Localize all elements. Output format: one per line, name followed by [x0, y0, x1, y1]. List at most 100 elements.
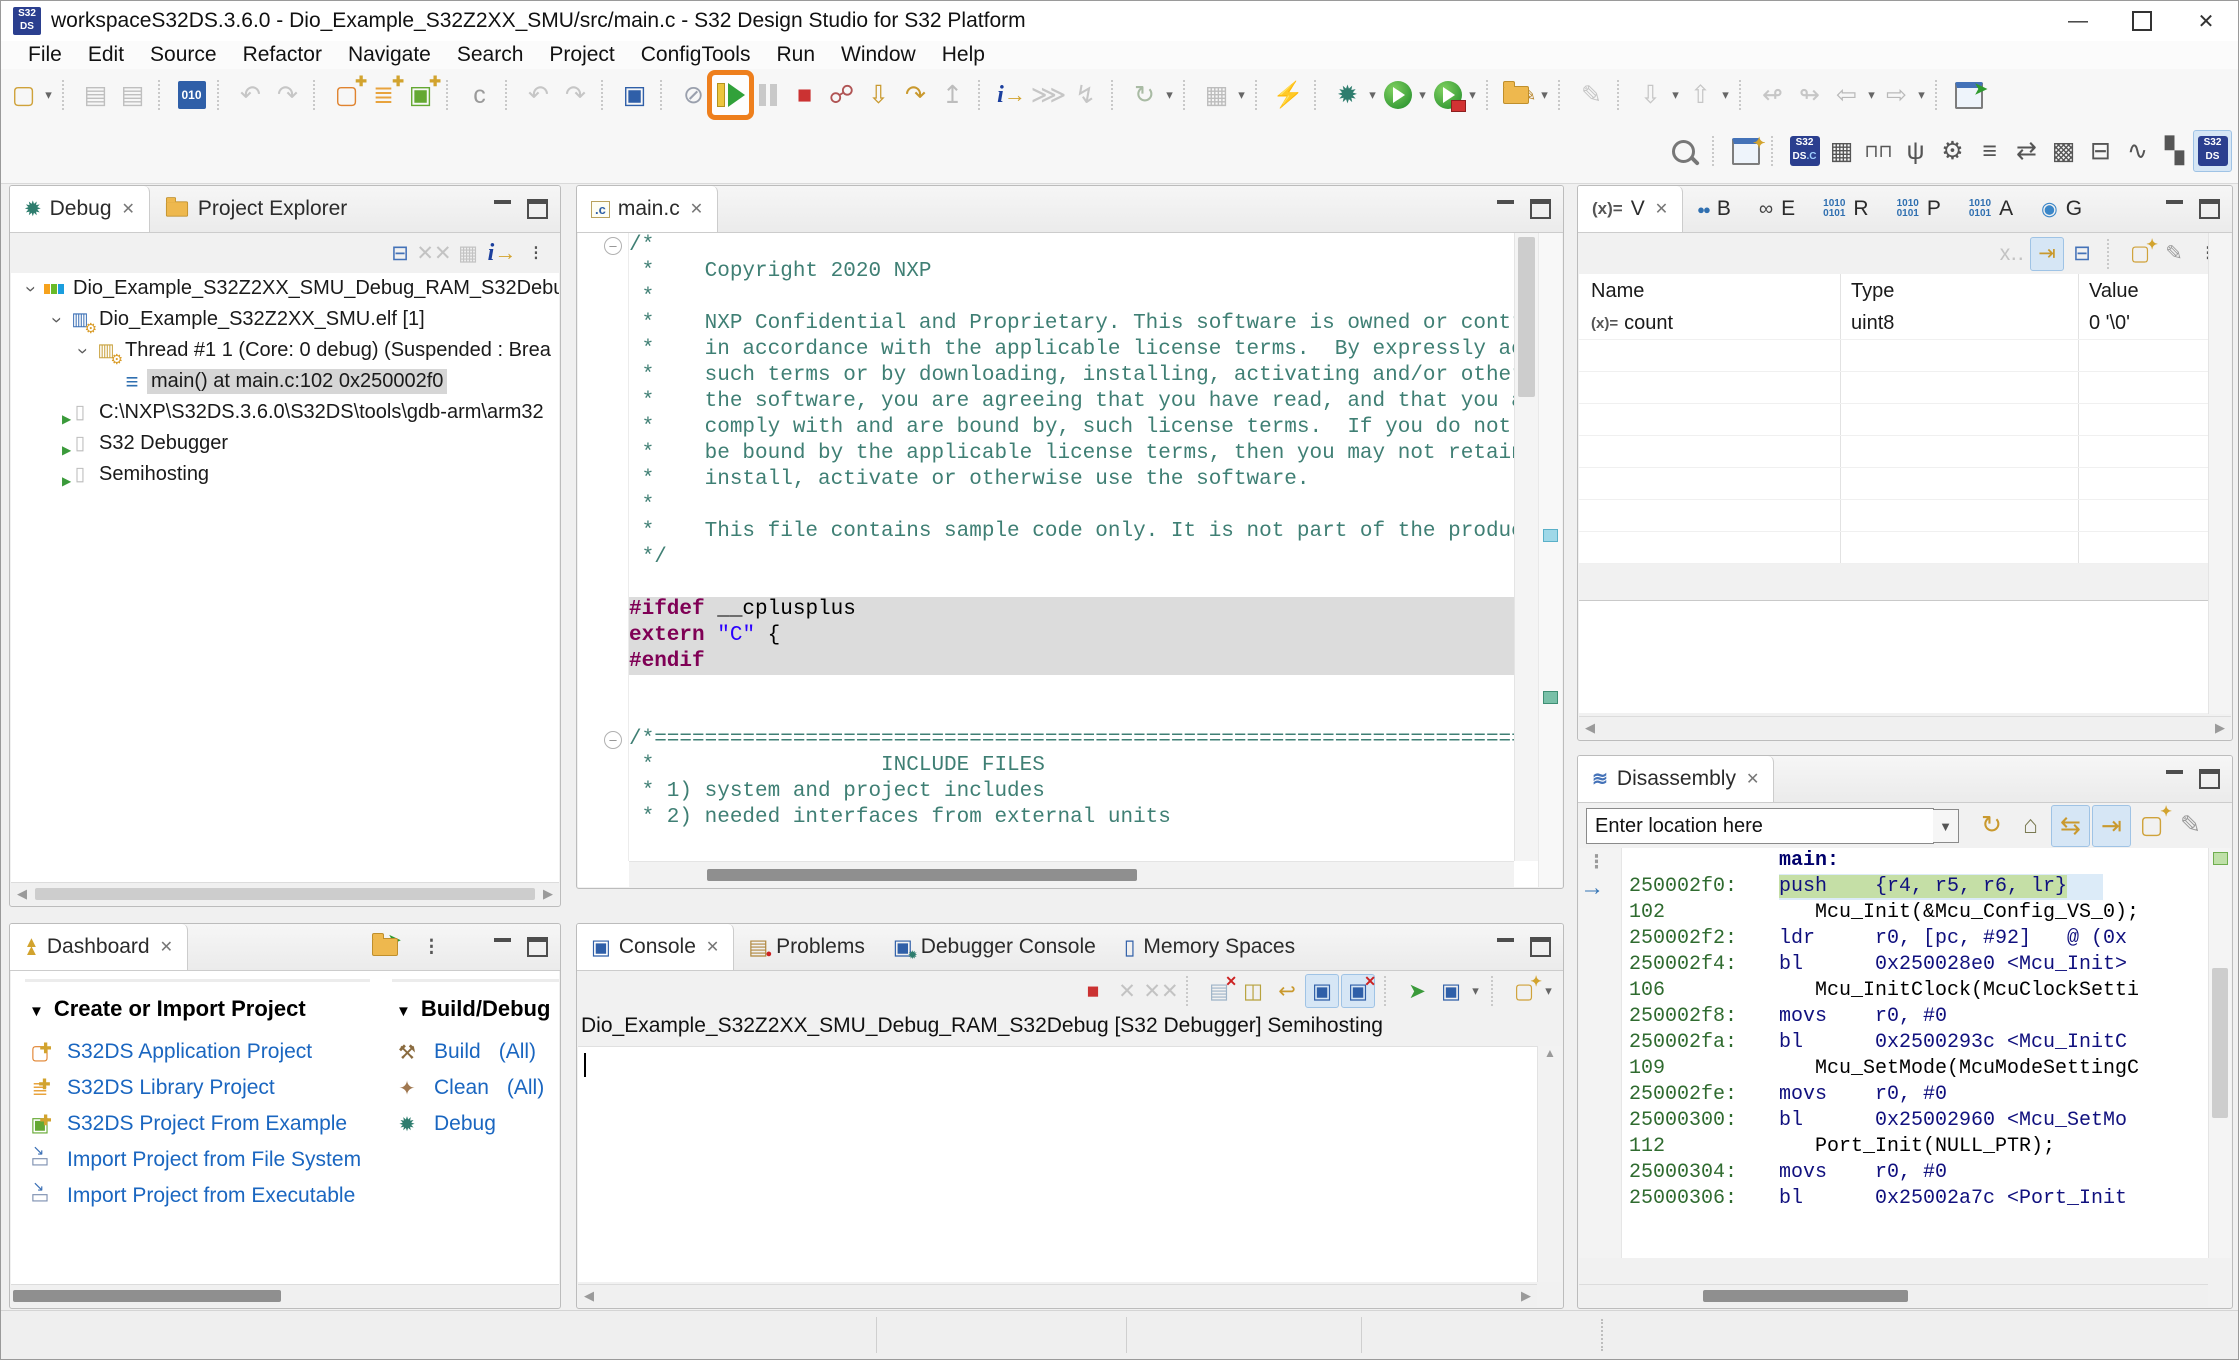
- display-selected-console-button[interactable]: ▣: [1435, 975, 1467, 1007]
- maximize-view-icon[interactable]: [2199, 769, 2220, 789]
- show-stderr-button[interactable]: ▣✕: [1341, 974, 1375, 1008]
- debug-tree-item[interactable]: ›▥⚙Dio_Example_S32Z2XX_SMU.elf [1]: [11, 304, 559, 335]
- memory-tool-button[interactable]: ▚: [2156, 131, 2193, 171]
- resume-button[interactable]: [712, 75, 749, 115]
- link-suffix[interactable]: (All): [499, 1040, 536, 1064]
- variables-hscrollbar[interactable]: ◀▶: [1579, 716, 2231, 739]
- disassembly-source-line[interactable]: 112 Port_Init(NULL_PTR);: [1621, 1134, 2208, 1160]
- debug-tree-item[interactable]: ▯▶S32 Debugger: [11, 428, 559, 459]
- code-line[interactable]: [629, 675, 1514, 701]
- disassembly-vscrollbar[interactable]: [2208, 848, 2231, 1258]
- menu-source[interactable]: Source: [137, 43, 230, 67]
- import-example-button[interactable]: ➤: [368, 927, 405, 967]
- sync-arrows-button[interactable]: ⇆: [2051, 805, 2090, 847]
- maximize-view-icon[interactable]: [527, 199, 548, 219]
- dashboard-tab-dashboard[interactable]: ▲▲Dashboard✕: [10, 924, 188, 970]
- editor-hscrollbar[interactable]: [629, 861, 1514, 887]
- menu-edit[interactable]: Edit: [75, 43, 137, 67]
- view-menu-button[interactable]: ⁝: [413, 927, 450, 967]
- link-suffix[interactable]: (All): [507, 1076, 544, 1100]
- disassembly-instruction-line[interactable]: 250002f0:push {r4, r5, r6, lr}: [1621, 874, 2208, 900]
- load-memory-dropdown-arrow[interactable]: ▾: [1719, 87, 1732, 103]
- search-button[interactable]: [1668, 131, 1705, 171]
- remove-all-launches-button[interactable]: ✕✕: [1145, 975, 1177, 1007]
- debug-tree-item[interactable]: ▯▶C:\NXP\S32DS.3.6.0\S32DS\tools\gdb-arm…: [11, 397, 559, 428]
- code-line[interactable]: * 1) system and project includes: [629, 779, 1514, 805]
- debug-tree-item[interactable]: ≡main() at main.c:102 0x250002f0: [11, 366, 559, 397]
- display-selected-console-dropdown-arrow[interactable]: ▾: [1469, 983, 1482, 999]
- close-icon[interactable]: ✕: [690, 199, 703, 219]
- layout-select-button[interactable]: ⇥: [2030, 237, 2064, 271]
- dashboard-link-debug[interactable]: ✹Debug: [392, 1106, 559, 1142]
- chevron-down-icon[interactable]: ▼: [1933, 809, 1959, 843]
- menu-refactor[interactable]: Refactor: [230, 43, 335, 67]
- save-all-button[interactable]: ▤: [114, 75, 151, 115]
- remove-launch-button[interactable]: ✕: [1111, 975, 1143, 1007]
- flash-from-file-button[interactable]: ▦: [1198, 75, 1235, 115]
- back-history-button[interactable]: ⇦: [1828, 75, 1865, 115]
- maximize-view-icon[interactable]: [1530, 199, 1551, 219]
- code-line[interactable]: * NXP Confidential and Proprietary. This…: [629, 311, 1514, 337]
- section-collapse-icon[interactable]: ▼: [29, 1003, 44, 1020]
- variables-tab-p[interactable]: 10100101P: [1883, 186, 1955, 232]
- minimize-view-icon[interactable]: [2166, 770, 2183, 780]
- back-history-dropdown-arrow[interactable]: ▾: [1865, 87, 1878, 103]
- open-element-dropdown-arrow[interactable]: ▾: [1538, 87, 1551, 103]
- open-perspective-button[interactable]: ✦: [1727, 131, 1764, 171]
- step-over-button[interactable]: ↷: [897, 75, 934, 115]
- step-return-button[interactable]: ↥: [934, 75, 971, 115]
- disassembly-instruction-line[interactable]: 250002fa:bl 0x2500293c <Mcu_InitC: [1621, 1030, 2208, 1056]
- code-editor[interactable]: –– /* * Copyright 2020 NXP * * NXP Confi…: [578, 233, 1562, 887]
- save-memory-dropdown-arrow[interactable]: ▾: [1669, 87, 1682, 103]
- reset-target-dropdown-arrow[interactable]: ▾: [1163, 87, 1176, 103]
- pin-editor-button[interactable]: ➤: [1950, 75, 1987, 115]
- disassembly-source-line[interactable]: 102 Mcu_Init(&Mcu_Config_VS_0);: [1621, 900, 2208, 926]
- collapse-all-button[interactable]: ⊟: [2066, 238, 2098, 270]
- disassembly-instruction-line[interactable]: 250002fe:movs r0, #0: [1621, 1082, 2208, 1108]
- code-line[interactable]: /*======================================…: [629, 727, 1514, 753]
- terminate-button[interactable]: ■: [786, 75, 823, 115]
- variables-tab-v[interactable]: (x)=V✕: [1578, 186, 1683, 232]
- config-tools-perspective-button[interactable]: S32DS.C: [1786, 131, 1823, 171]
- disassembly-source-line[interactable]: 106 Mcu_InitClock(McuClockSetti: [1621, 978, 2208, 1004]
- flash-lightning-button[interactable]: ⚡: [1270, 75, 1307, 115]
- location-input[interactable]: [1586, 808, 1934, 844]
- disassembly-instruction-line[interactable]: 250002f8:movs r0, #0: [1621, 1004, 2208, 1030]
- variable-row[interactable]: (x)=countuint80 '\0': [1579, 308, 2208, 340]
- section-collapse-icon[interactable]: ▼: [396, 1003, 411, 1020]
- flash-from-file-dropdown-arrow[interactable]: ▾: [1235, 87, 1248, 103]
- close-icon[interactable]: ✕: [122, 199, 135, 219]
- code-line[interactable]: *: [629, 285, 1514, 311]
- dashboard-link-s32ds-application-project[interactable]: ▢✚S32DS Application Project: [25, 1034, 370, 1070]
- disconnect-button[interactable]: ☍: [823, 75, 860, 115]
- external-tools-button[interactable]: [1429, 75, 1466, 115]
- variables-tab-g[interactable]: ◉G: [2027, 186, 2096, 232]
- usb-tool-button[interactable]: ψ: [1897, 131, 1934, 171]
- debug-tree-item[interactable]: ›Dio_Example_S32Z2XX_SMU_Debug_RAM_S32De…: [11, 273, 559, 304]
- code-line[interactable]: * the software, you are agreeing that yo…: [629, 389, 1514, 415]
- code-line[interactable]: #ifdef __cplusplus: [629, 597, 1514, 623]
- load-memory-button[interactable]: ⇧: [1682, 75, 1719, 115]
- dashboard-hscrollbar[interactable]: [11, 1284, 559, 1307]
- close-icon[interactable]: ✕: [706, 937, 719, 957]
- scroll-lock-button[interactable]: ◫: [1237, 975, 1269, 1007]
- redo-edit-button[interactable]: ↷: [557, 75, 594, 115]
- editor-vscrollbar[interactable]: [1514, 233, 1538, 861]
- tree-expander-icon[interactable]: ›: [19, 280, 41, 298]
- minimize-view-icon[interactable]: [494, 200, 511, 210]
- remove-all-terminated-button[interactable]: ✕✕: [418, 237, 450, 269]
- reset-target-button[interactable]: ↻: [1126, 75, 1163, 115]
- home-button[interactable]: ⌂: [2012, 805, 2049, 845]
- menu-help[interactable]: Help: [929, 43, 998, 67]
- minimize-view-icon[interactable]: [1497, 938, 1514, 948]
- variables-detail-pane[interactable]: [1579, 600, 2208, 713]
- close-icon[interactable]: ✕: [160, 937, 173, 957]
- last-edit-back-button[interactable]: ↫: [1754, 75, 1791, 115]
- pin-view-button[interactable]: ✎: [2172, 805, 2209, 845]
- variables-tab-b[interactable]: ●●B: [1683, 186, 1745, 232]
- ddr-tool-button[interactable]: ≡: [1971, 131, 2008, 171]
- disassembly-source-line[interactable]: 109 Mcu_SetMode(McuModeSettingC: [1621, 1056, 2208, 1082]
- console-tab-debugger-console[interactable]: ▣✹Debugger Console: [879, 924, 1110, 970]
- dashboard-link-import-project-from-file-system[interactable]: ▭↘Import Project from File System: [25, 1142, 370, 1178]
- variables-tab-a[interactable]: 10100101A: [1955, 186, 2027, 232]
